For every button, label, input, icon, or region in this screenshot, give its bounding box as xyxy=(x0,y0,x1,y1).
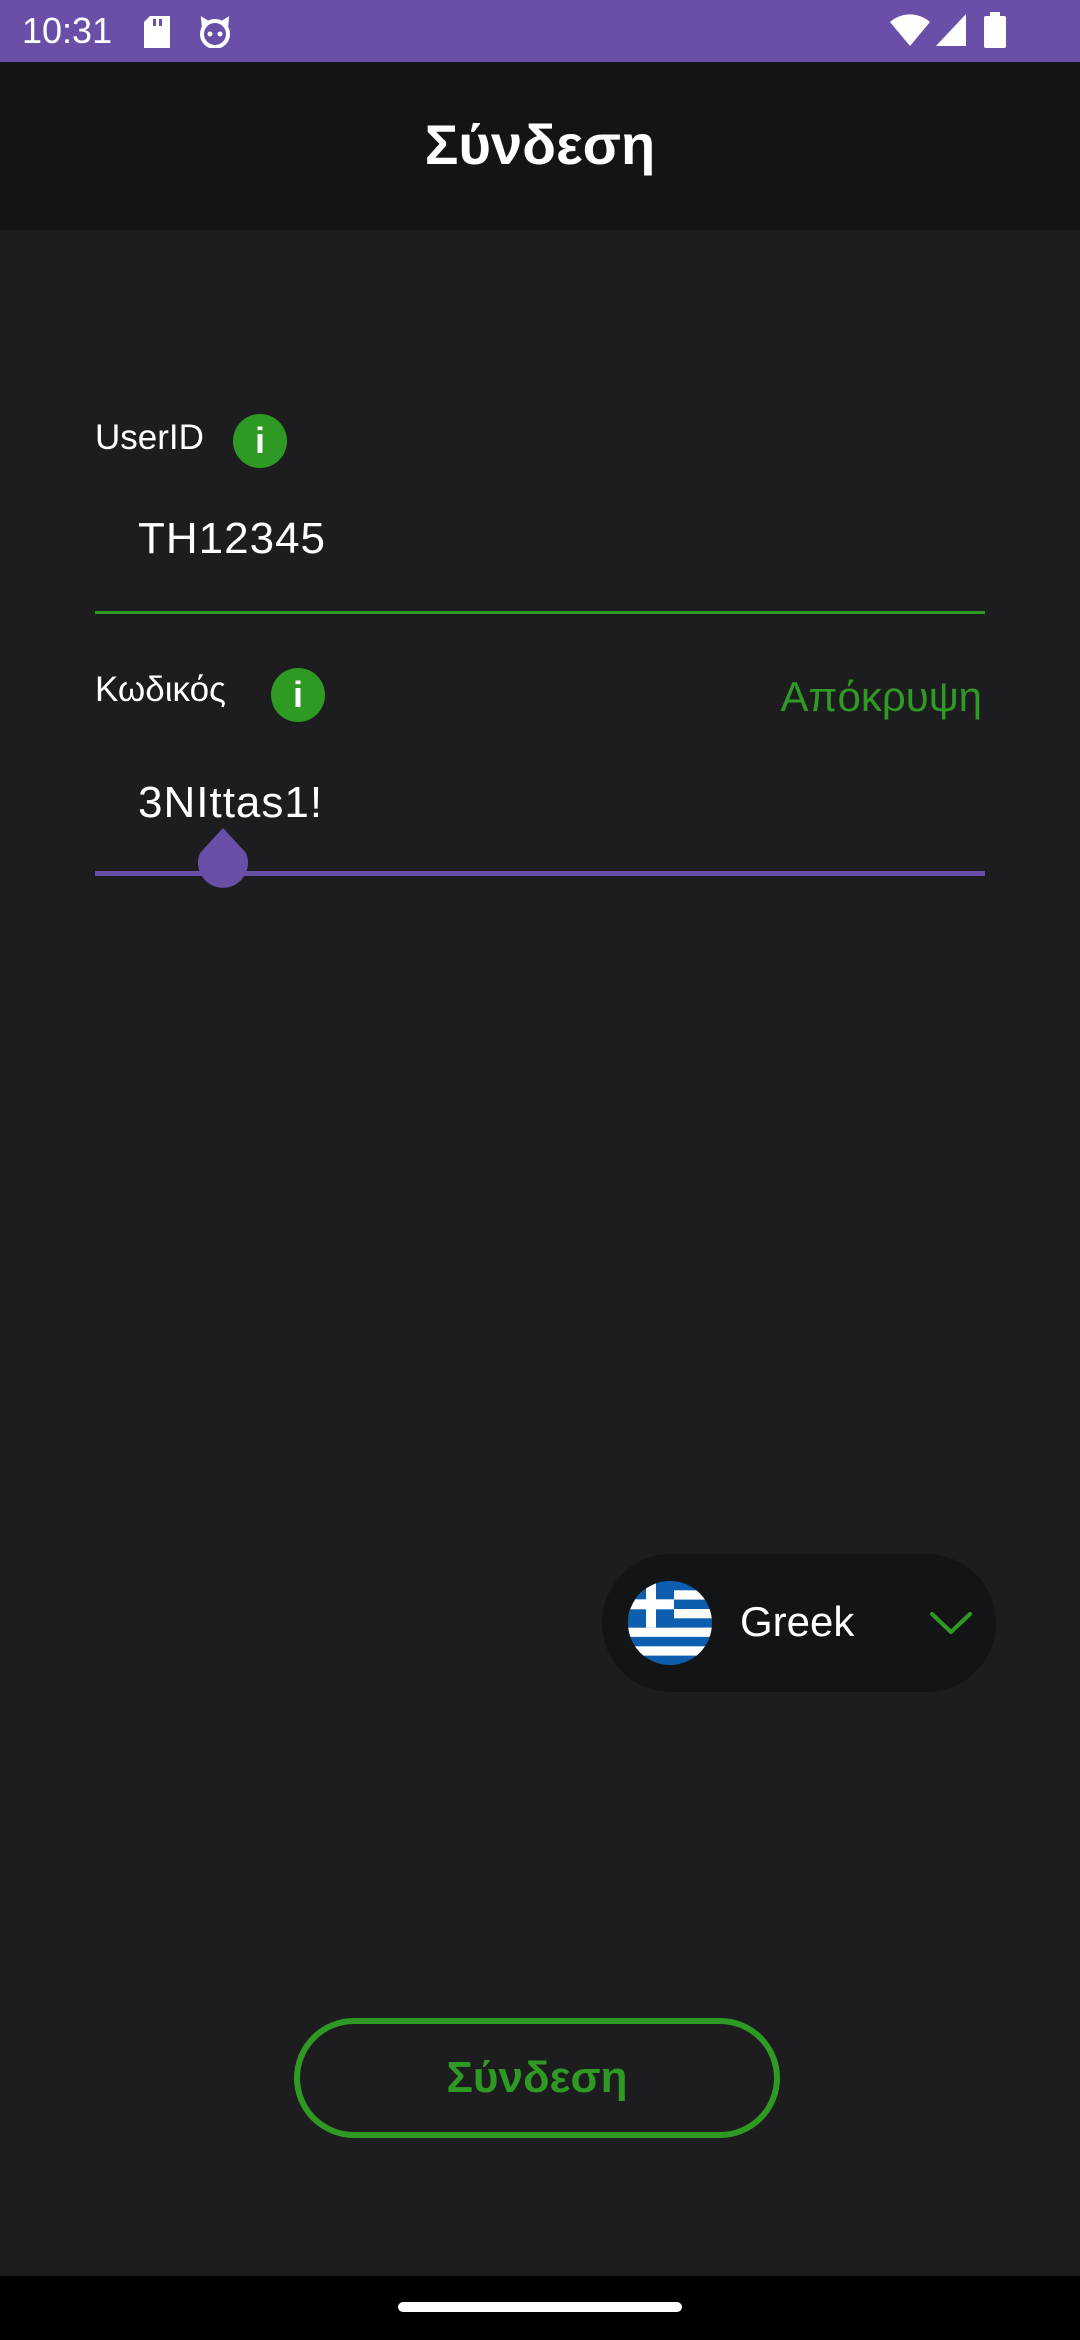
chevron-down-icon xyxy=(930,1612,972,1634)
password-label: Κωδικός xyxy=(95,670,226,709)
language-label: Greek xyxy=(740,1598,855,1645)
password-input[interactable]: 3NIttas1! xyxy=(138,778,323,828)
page-title: Σύνδεση xyxy=(424,113,656,176)
userid-label: UserID xyxy=(95,418,204,457)
status-bar: 10:31 xyxy=(0,0,1080,62)
hide-password-toggle[interactable]: Απόκρυψη xyxy=(780,673,982,721)
app-bar: Σύνδεση xyxy=(0,62,1080,230)
sd-card-icon xyxy=(144,16,170,48)
wifi-icon xyxy=(890,14,930,46)
userid-info-icon[interactable]: i xyxy=(233,414,287,468)
userid-input[interactable]: TH12345 xyxy=(138,514,326,564)
status-time: 10:31 xyxy=(22,10,113,51)
language-selector[interactable]: Greek xyxy=(602,1554,996,1692)
password-info-icon[interactable]: i xyxy=(271,668,325,722)
userid-underline xyxy=(95,611,985,614)
text-cursor-handle[interactable] xyxy=(196,828,250,894)
navigation-bar xyxy=(0,2276,1080,2340)
home-gesture-handle[interactable] xyxy=(398,2302,682,2312)
greece-flag-icon xyxy=(628,1581,712,1665)
signal-icon xyxy=(936,14,966,46)
login-button[interactable]: Σύνδεση xyxy=(294,2018,780,2138)
cat-face-icon xyxy=(200,16,230,48)
battery-icon xyxy=(984,12,1006,48)
